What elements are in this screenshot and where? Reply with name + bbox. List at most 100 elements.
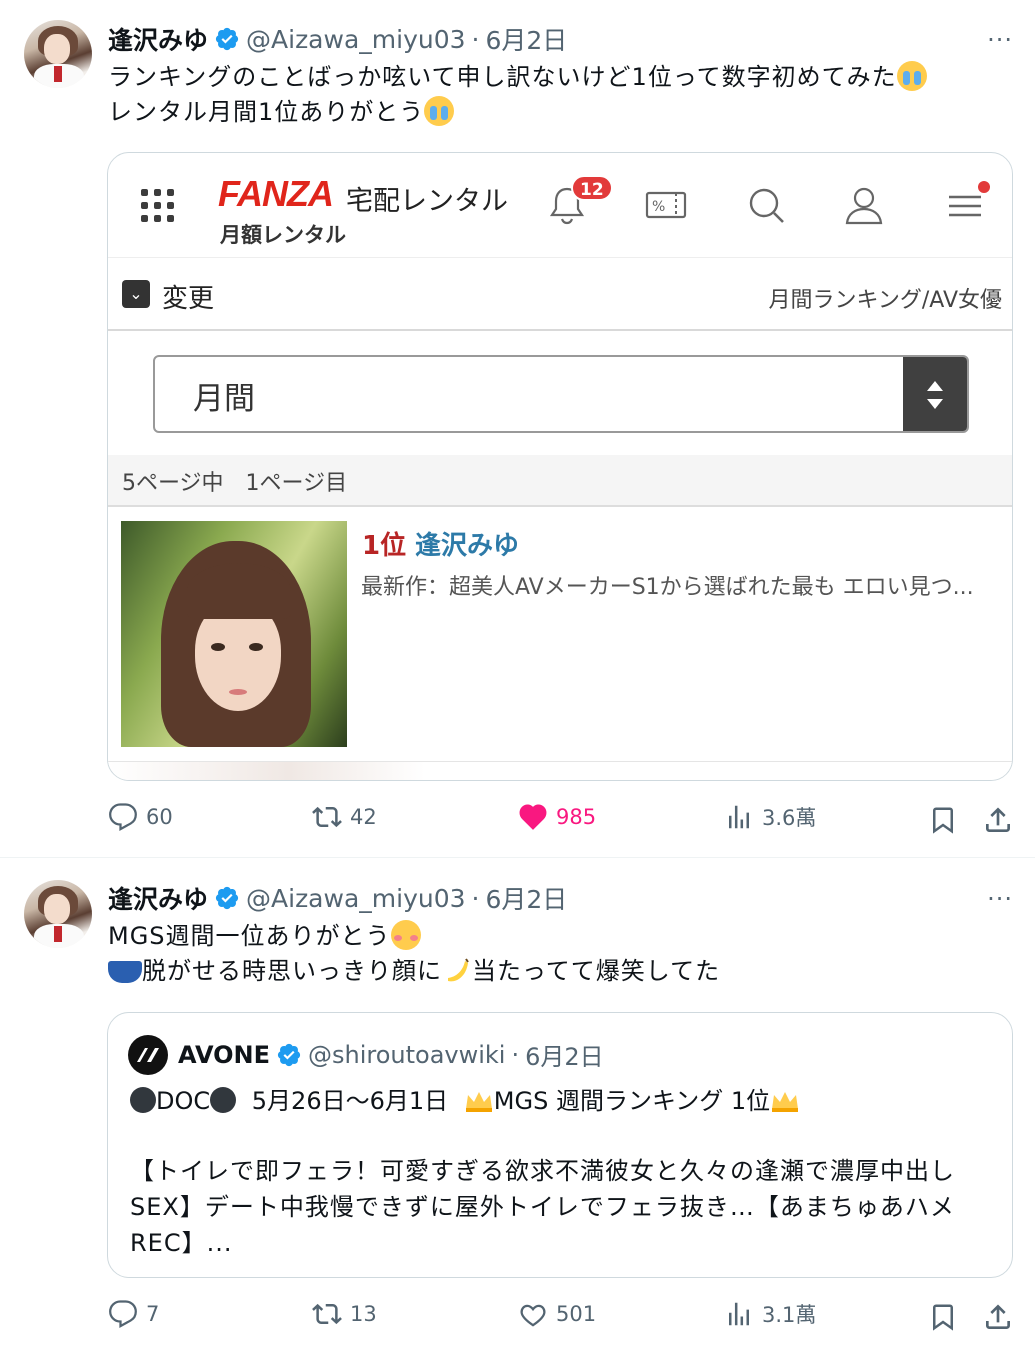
period-select[interactable]: 月間 (153, 355, 969, 433)
like-count: 501 (556, 1302, 597, 1326)
tweet-text: ランキングのことばっか呟いて申し訳ないけど1位って数字初めてみた レンタル月間1… (108, 60, 998, 130)
black-circle-icon (210, 1087, 237, 1113)
quoted-ranking: MGS 週間ランキング 1位 (493, 1087, 771, 1115)
period-select-value: 月間 (193, 381, 255, 417)
menu-notification-dot (978, 181, 990, 193)
tweet-header: 逢沢みゆ @Aizawa_miyu03 · 6月2日 (108, 881, 567, 915)
sort-icon[interactable] (903, 357, 967, 431)
action-bar: 7 13 501 3.1萬 (0, 1299, 1035, 1339)
quoted-period: 5月26日〜6月1日 (251, 1087, 449, 1115)
like-icon (520, 1304, 546, 1327)
reply-count: 60 (146, 805, 173, 829)
tweet-header: 逢沢みゆ @Aizawa_miyu03 · 6月2日 (108, 22, 567, 56)
repost-icon (312, 1303, 342, 1325)
tweet-media[interactable]: FANZA 宅配レンタル 月額レンタル 12 % ⌄ 変更 月間ランキング/AV… (107, 152, 1013, 781)
more-icon[interactable]: ··· (987, 885, 1013, 913)
next-item-preview (108, 761, 1012, 780)
repost-count: 13 (350, 1302, 377, 1326)
crying-face-icon (424, 96, 455, 126)
timestamp[interactable]: 6月2日 (485, 880, 567, 916)
svg-text:%: % (652, 199, 665, 215)
smiling-blush-icon (390, 920, 421, 950)
view-count: 3.6萬 (762, 806, 817, 830)
share-icon[interactable] (982, 1301, 1014, 1333)
avatar[interactable] (24, 20, 92, 88)
quoted-handle[interactable]: @shiroutoavwiki (308, 1041, 505, 1069)
quoted-tweet[interactable]: AVONE @shiroutoavwiki · 6月2日 DOC 5月26日〜6… (107, 1012, 1013, 1278)
tweet-text-line1: ランキングのことばっか呟いて申し訳ないけど1位って数字初めてみた (108, 63, 897, 91)
like-button[interactable]: 985 (518, 802, 596, 832)
fanza-service: 宅配レンタル (346, 186, 508, 217)
fanza-header: FANZA 宅配レンタル 月額レンタル 12 % (108, 153, 1012, 257)
views-button[interactable]: 3.1萬 (724, 1299, 816, 1329)
fanza-subservice: 月額レンタル (220, 223, 346, 247)
handle[interactable]: @Aizawa_miyu03 (246, 884, 466, 913)
verified-icon (215, 886, 239, 910)
timestamp[interactable]: 6月2日 (485, 21, 567, 57)
display-name[interactable]: 逢沢みゆ (108, 21, 208, 57)
bookmark-icon[interactable] (928, 1301, 958, 1333)
quoted-headline: DOC 5月26日〜6月1日 MGS 週間ランキング 1位 (130, 1083, 800, 1119)
quoted-avatar[interactable] (128, 1035, 168, 1075)
more-icon[interactable]: ··· (987, 26, 1013, 54)
like-icon (519, 804, 547, 830)
quoted-display-name[interactable]: AVONE (178, 1041, 270, 1069)
tweet-text-line2: 脱がせる時思いっきり顔に (142, 957, 442, 985)
verified-icon (277, 1043, 301, 1066)
chevron-down-icon[interactable]: ⌄ (122, 280, 150, 308)
grid-icon[interactable] (141, 189, 175, 223)
bookmark-icon[interactable] (928, 804, 958, 836)
repost-button[interactable]: 13 (312, 1299, 377, 1329)
tweet[interactable]: 逢沢みゆ @Aizawa_miyu03 · 6月2日 ··· MGS週間一位あり… (0, 859, 1035, 1349)
repost-icon (312, 806, 342, 828)
tweet[interactable]: 逢沢みゆ @Aizawa_miyu03 · 6月2日 ··· ランキングのことば… (0, 0, 1035, 858)
quoted-doc-label: DOC (156, 1087, 211, 1115)
black-circle-icon (130, 1087, 156, 1113)
quoted-body: 【トイレで即フェラ！可愛すぎる欲求不満彼女と久々の逢瀬で濃厚中出しSEX】デート… (130, 1157, 955, 1257)
tweet-text-line2b: 当たってて爆笑してた (472, 957, 721, 985)
search-icon[interactable] (744, 183, 788, 227)
repost-button[interactable]: 42 (312, 802, 377, 832)
fanza-filter-bar: ⌄ 変更 月間ランキング/AV女優 (108, 257, 1012, 331)
banana-icon (448, 958, 469, 982)
views-icon (729, 805, 749, 829)
tweet-text-line2: レンタル月間1位ありがとう (108, 98, 425, 126)
reply-icon (109, 1300, 137, 1329)
actress-description: 最新作：超美人AVメーカーS1から選ばれた最も エロい見つ... (361, 575, 974, 600)
share-icon[interactable] (982, 804, 1014, 836)
quoted-timestamp[interactable]: 6月2日 (525, 1037, 604, 1072)
display-name[interactable]: 逢沢みゆ (108, 880, 208, 916)
briefs-icon (108, 961, 142, 983)
crown-icon (772, 1092, 799, 1112)
actress-photo[interactable] (121, 521, 347, 747)
crown-icon (465, 1092, 492, 1112)
rank-label: 1位 (362, 531, 407, 561)
repost-count: 42 (350, 805, 377, 829)
like-button[interactable]: 501 (518, 1299, 596, 1329)
breadcrumb: 月間ランキング/AV女優 (768, 288, 1002, 313)
fanza-logo[interactable]: FANZA (218, 173, 334, 215)
crying-face-icon (896, 61, 927, 91)
user-icon[interactable] (842, 183, 886, 227)
reply-icon (109, 803, 137, 832)
actress-name-link[interactable]: 逢沢みゆ (415, 525, 519, 562)
reply-button[interactable]: 7 (108, 1299, 159, 1329)
change-button[interactable]: 変更 (162, 278, 214, 315)
reply-button[interactable]: 60 (108, 802, 173, 832)
separator: · (511, 1040, 520, 1069)
verified-icon (215, 27, 239, 51)
quoted-header: AVONE @shiroutoavwiki · 6月2日 (178, 1037, 604, 1072)
views-icon (729, 1302, 749, 1326)
action-bar: 60 42 985 3.6萬 (0, 802, 1035, 842)
tweet-text: MGS週間一位ありがとう 脱がせる時思いっきり顔に 当たってて爆笑してた (108, 919, 998, 989)
separator: · (471, 883, 480, 913)
handle[interactable]: @Aizawa_miyu03 (246, 25, 466, 54)
like-count: 985 (556, 805, 597, 829)
separator: · (471, 24, 480, 54)
avatar[interactable] (24, 880, 92, 948)
page-info: 5ページ中 1ページ目 (108, 455, 1012, 507)
views-button[interactable]: 3.6萬 (724, 802, 816, 832)
view-count: 3.1萬 (762, 1303, 817, 1327)
tweet-text-line1: MGS週間一位ありがとう (108, 922, 391, 950)
coupon-icon[interactable]: % (644, 183, 688, 227)
